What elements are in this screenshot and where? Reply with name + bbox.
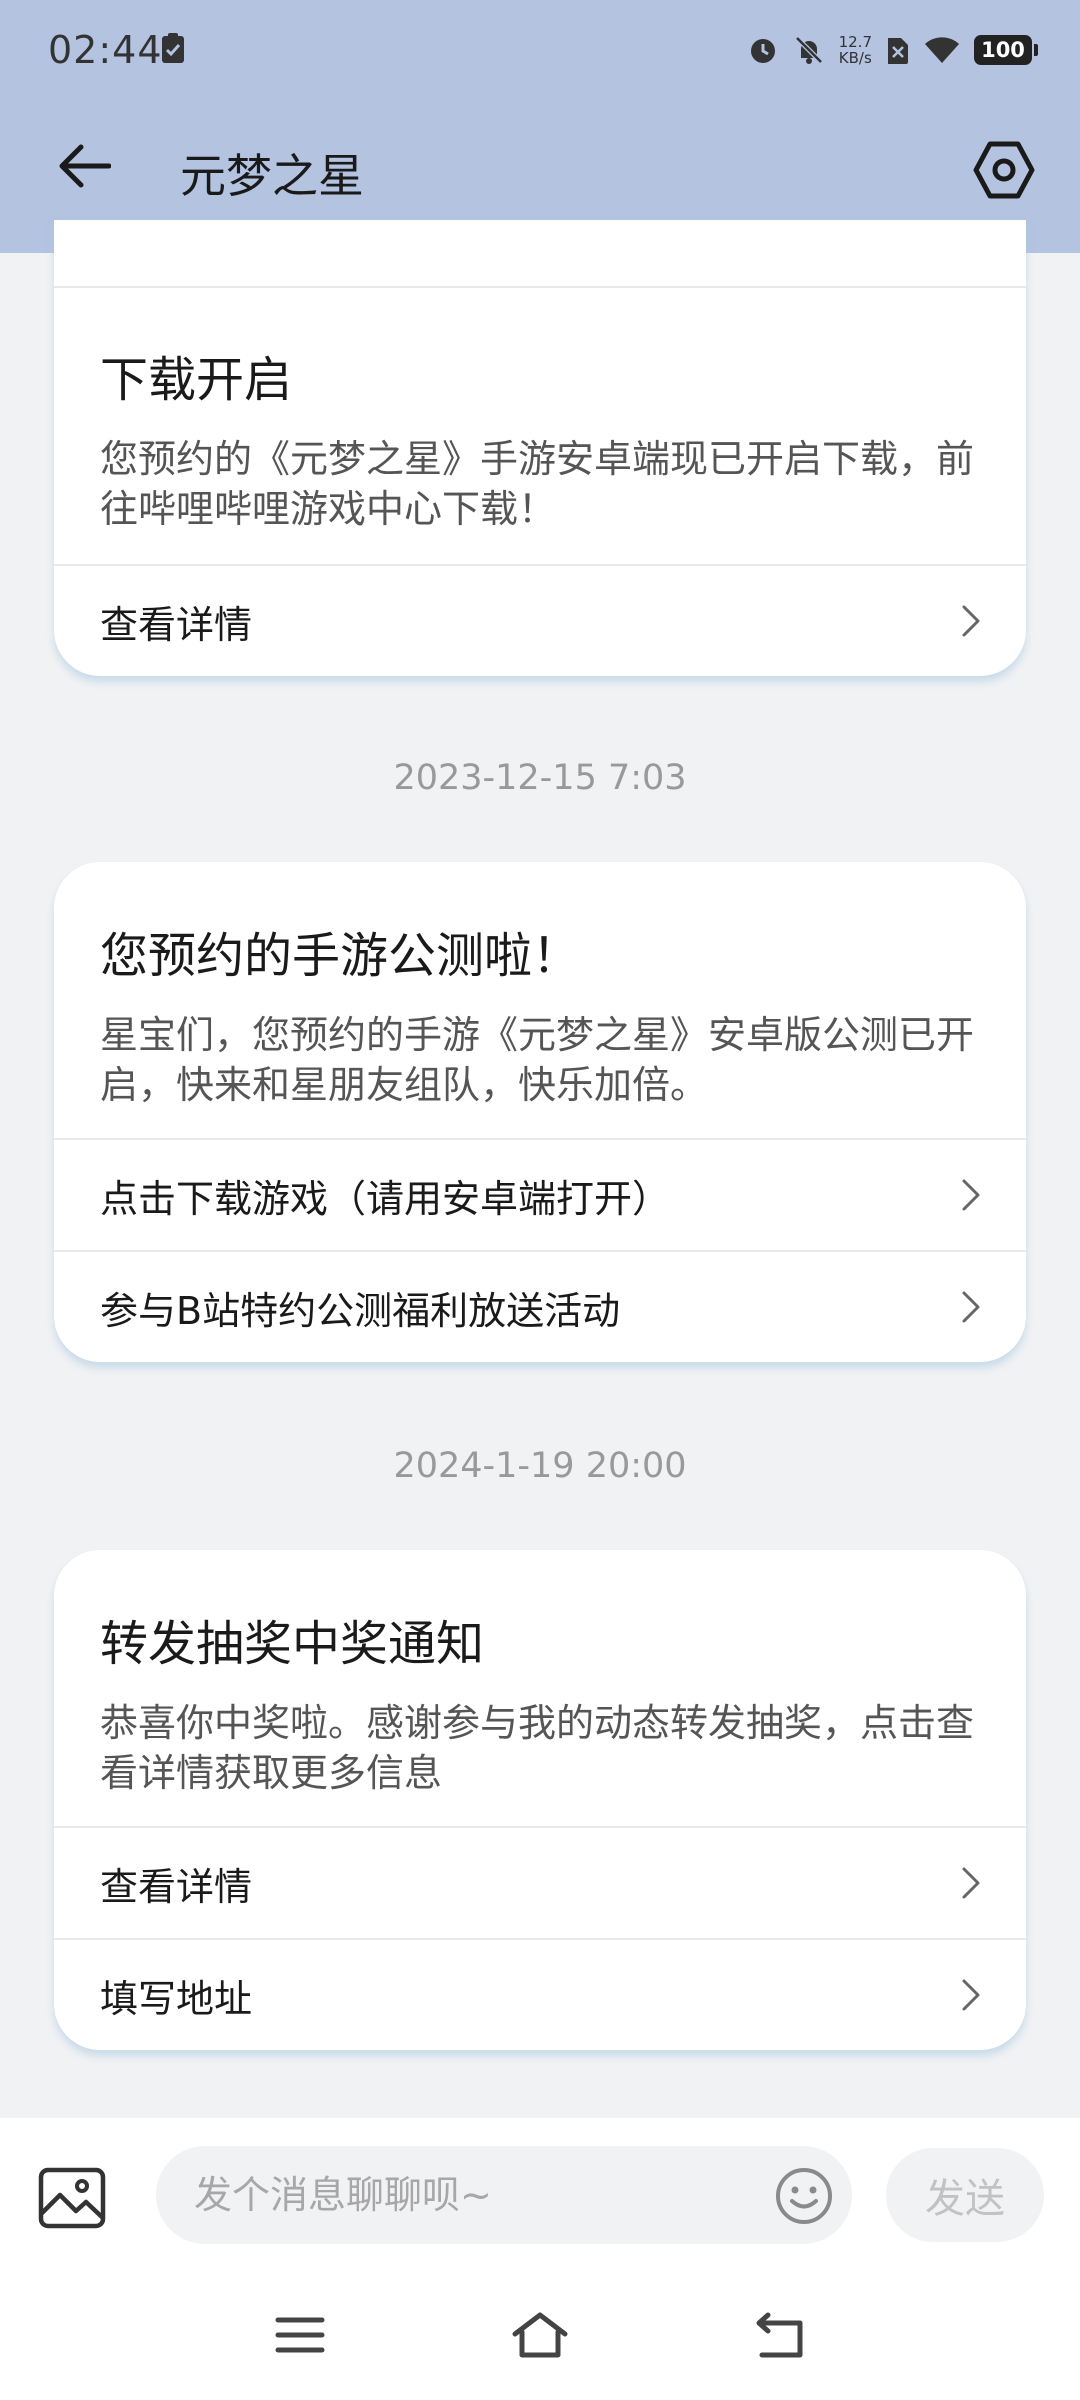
mute-bell-icon	[794, 36, 823, 64]
nav-home-button[interactable]	[500, 2300, 580, 2370]
message-timestamp: 2024-1-19 20:00	[393, 1446, 687, 1486]
card-link-view-details[interactable]: 查看详情	[54, 564, 1026, 676]
chevron-right-icon	[962, 1867, 980, 1899]
wifi-icon	[925, 37, 959, 63]
chevron-right-icon	[962, 1179, 980, 1211]
net-speed-value: 12.7	[838, 33, 872, 51]
home-icon	[512, 2312, 568, 2358]
image-icon[interactable]	[36, 2162, 108, 2234]
card-text: 星宝们，您预约的手游《元梦之星》安卓版公测已开启，快来和星朋友组队，快乐加倍。	[100, 1013, 975, 1107]
card-link-label: 点击下载游戏（请用安卓端打开）	[100, 1176, 671, 1221]
card-link-label: 填写地址	[100, 1976, 253, 2021]
card-link-fill-address[interactable]: 填写地址	[54, 1938, 1026, 2050]
message-card: 下载开启 您预约的《元梦之星》手游安卓端现已开启下载，前往哔哩哔哩游戏中心下载！…	[54, 220, 1026, 676]
card-link-view-details[interactable]: 查看详情	[54, 1826, 1026, 1938]
hexagon-gear-icon	[973, 141, 1035, 199]
chevron-right-icon	[962, 605, 980, 637]
message-card: 您预约的手游公测啦！ 星宝们，您预约的手游《元梦之星》安卓版公测已开启，快来和星…	[54, 862, 1026, 1362]
chevron-right-icon	[962, 1291, 980, 1323]
card-link-join-event[interactable]: 参与B站特约公测福利放送活动	[54, 1250, 1026, 1362]
top-bar: 02:44 12.7 KB/s 100 元梦之星	[0, 0, 1080, 253]
card-link-label: 参与B站特约公测福利放送活动	[100, 1288, 621, 1333]
card-title: 下载开启	[100, 352, 293, 408]
sim-off-icon	[888, 38, 908, 64]
nav-back-button[interactable]	[740, 2300, 820, 2370]
net-speed: 12.7 KB/s	[839, 34, 872, 66]
smiley-icon[interactable]	[774, 2166, 834, 2226]
menu-icon	[275, 2317, 325, 2353]
divider	[54, 286, 1026, 288]
settings-button[interactable]	[964, 130, 1044, 210]
alarm-icon	[750, 39, 775, 63]
net-speed-unit: KB/s	[838, 49, 872, 67]
card-link-label: 查看详情	[100, 602, 253, 647]
status-icons: 12.7 KB/s 100	[747, 28, 1038, 72]
clipboard-icon	[162, 33, 184, 63]
card-text: 恭喜你中奖啦。感谢参与我的动态转发抽奖，点击查看详情获取更多信息	[100, 1701, 975, 1795]
status-time: 02:44	[48, 28, 163, 72]
card-title: 您预约的手游公测啦！	[100, 928, 581, 984]
nav-menu-button[interactable]	[260, 2300, 340, 2370]
message-timestamp: 2023-12-15 7:03	[393, 758, 687, 798]
card-link-download-game[interactable]: 点击下载游戏（请用安卓端打开）	[54, 1138, 1026, 1250]
return-arrow-icon	[756, 2312, 803, 2358]
card-title: 转发抽奖中奖通知	[100, 1616, 485, 1672]
back-button[interactable]	[48, 130, 120, 202]
card-link-label: 查看详情	[100, 1864, 253, 1909]
arrow-left-icon	[59, 144, 111, 188]
chevron-right-icon	[962, 1979, 980, 2011]
message-input[interactable]	[156, 2146, 852, 2244]
battery-indicator: 100	[974, 35, 1038, 65]
page-title: 元梦之星	[180, 149, 364, 203]
send-button[interactable]: 发送	[886, 2148, 1044, 2242]
battery-level: 100	[981, 38, 1025, 62]
card-text: 您预约的《元梦之星》手游安卓端现已开启下载，前往哔哩哔哩游戏中心下载！	[100, 437, 975, 531]
message-card: 转发抽奖中奖通知 恭喜你中奖啦。感谢参与我的动态转发抽奖，点击查看详情获取更多信…	[54, 1550, 1026, 2050]
